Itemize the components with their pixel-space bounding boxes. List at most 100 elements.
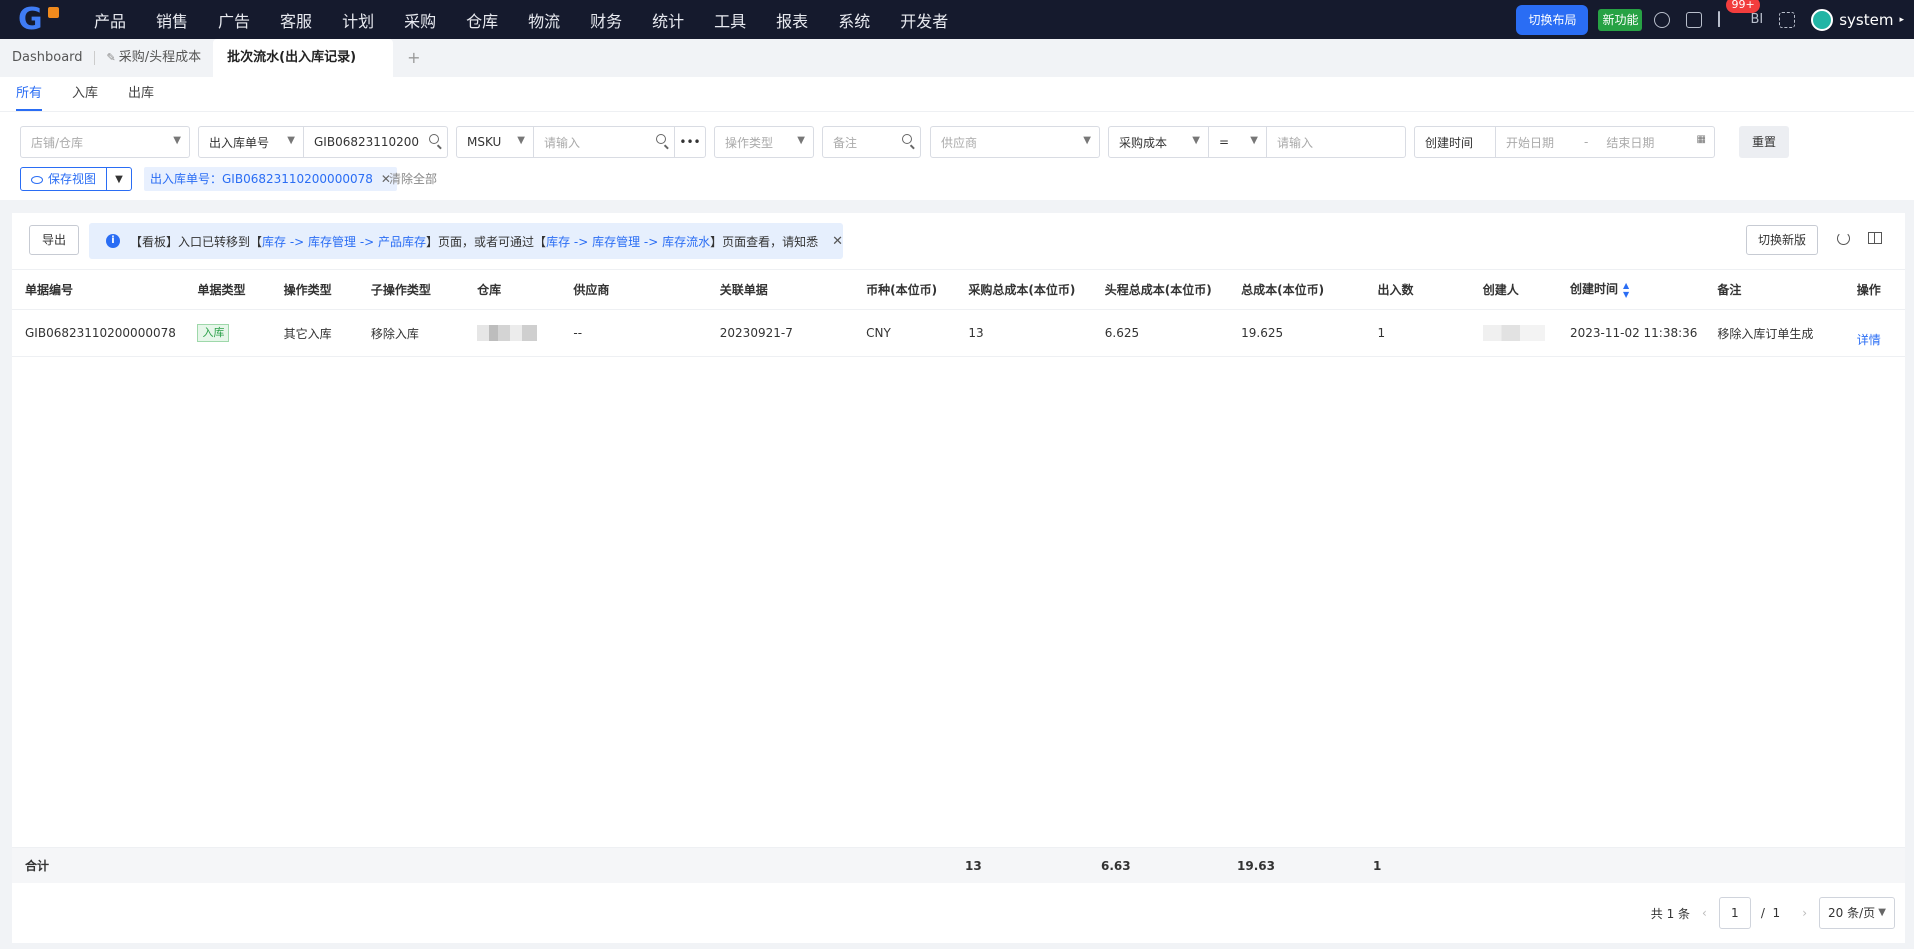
supplier-select[interactable]: 供应商 ▼ (930, 126, 1100, 158)
switch-new-version-button[interactable]: 切换新版 (1746, 225, 1818, 255)
add-tab-button[interactable]: + (393, 39, 434, 77)
doc-no-input[interactable]: GIB06823110200 (303, 126, 448, 158)
col-supplier: 供应商 (560, 269, 707, 310)
shop-warehouse-placeholder: 店铺/仓库 (31, 135, 84, 150)
save-view-button[interactable]: 保存视图 (21, 168, 108, 190)
col-remark: 备注 (1704, 269, 1844, 310)
filter-bar: 店铺/仓库 ▼ 出入库单号 ▼ GIB06823110200 MSKU ▼ 请输入 •… (0, 112, 1914, 200)
chevron-down-icon: ▼ (1083, 135, 1091, 146)
remark-input[interactable]: 备注 (822, 126, 921, 158)
total-count: 共 1 条 (1650, 906, 1691, 921)
subtab-all[interactable]: 所有 (16, 77, 43, 111)
search-icon[interactable] (902, 134, 912, 144)
shop-warehouse-select[interactable]: 店铺/仓库 ▼ (20, 126, 190, 158)
col-action: 操作 (1843, 269, 1905, 310)
menu-item-developer[interactable]: 开发者 (900, 8, 948, 32)
op-type-select[interactable]: 操作类型 ▼ (714, 126, 814, 158)
page-tabs: Dashboard ✎ 采购/头程成本 批次流水(出入库记录) + (0, 39, 1914, 77)
menu-item-ads[interactable]: 广告 (218, 8, 250, 32)
more-options-button[interactable]: ••• (674, 126, 706, 158)
chevron-down-icon: ▼ (1878, 907, 1886, 918)
time-type-select[interactable]: 创建时间 (1414, 126, 1496, 158)
menu-item-purchase[interactable]: 采购 (404, 8, 436, 32)
sort-icon[interactable]: ▲ ▼ (1623, 281, 1629, 299)
summary-first-leg-cost: 6.63 (1101, 859, 1131, 873)
cost-input[interactable]: 请输入 (1266, 126, 1406, 158)
end-date-placeholder: 结束日期 (1606, 135, 1655, 150)
date-separator: - (1584, 135, 1589, 149)
tab-dashboard[interactable]: Dashboard (0, 39, 95, 77)
menu-item-product[interactable]: 产品 (94, 8, 126, 32)
bi-icon[interactable]: BI (1750, 12, 1763, 27)
menu-item-service[interactable]: 客服 (280, 8, 312, 32)
cell-created-at: 2023-11-02 11:38:36 (1556, 309, 1705, 357)
menu-item-sales[interactable]: 销售 (156, 8, 188, 32)
switch-layout-button[interactable]: 切换布局 (1516, 4, 1589, 35)
fullscreen-icon[interactable] (1779, 11, 1796, 28)
user-name[interactable]: system (1839, 11, 1893, 29)
task-check-icon[interactable] (1686, 11, 1703, 28)
refresh-icon[interactable] (1837, 232, 1850, 245)
subtab-outbound[interactable]: 出库 (128, 77, 154, 111)
cell-action: 详情 (1843, 309, 1905, 357)
notice-link-stock-flow[interactable]: 库存 -> 库存管理 -> 库存流水 (546, 233, 710, 250)
search-icon[interactable] (656, 134, 666, 144)
menu-item-plan[interactable]: 计划 (342, 8, 374, 32)
more-icon: ••• (679, 135, 701, 149)
col-doc-no: 单据编号 (12, 269, 185, 310)
subtab-inbound[interactable]: 入库 (72, 77, 98, 111)
msku-select[interactable]: MSKU ▼ (456, 126, 534, 158)
next-page-icon[interactable]: › (1802, 906, 1807, 920)
page-input[interactable]: 1 (1718, 897, 1751, 929)
pin-icon[interactable]: ✎ (107, 51, 116, 64)
reset-button[interactable]: 重置 (1739, 126, 1789, 158)
msku-input[interactable]: 请输入 (533, 126, 675, 158)
prev-page-icon[interactable]: ‹ (1702, 906, 1707, 920)
detail-link[interactable]: 详情 (1857, 331, 1881, 348)
page-slash: / (1760, 906, 1765, 920)
menu-item-system[interactable]: 系统 (838, 8, 870, 32)
new-feature-button[interactable]: 新功能 (1598, 8, 1643, 31)
date-range-picker[interactable]: 开始日期 - 结束日期 ▦ (1495, 126, 1715, 158)
batch-flow-table: 单据编号 单据类型 操作类型 子操作类型 仓库 供应商 关联单据 币种(本位币)… (12, 269, 1905, 357)
cell-first-leg-cost: 6.625 (1091, 309, 1229, 357)
cost-placeholder: 请输入 (1277, 135, 1314, 150)
summary-total-cost: 19.63 (1237, 859, 1275, 873)
doc-no-type-select[interactable]: 出入库单号 ▼ (198, 126, 304, 158)
op-type-placeholder: 操作类型 (725, 135, 774, 150)
menu-item-logistics[interactable]: 物流 (528, 8, 560, 32)
tab-batch-flow[interactable]: 批次流水(出入库记录) (213, 39, 394, 77)
col-first-leg-cost: 头程总成本(本位币) (1091, 269, 1229, 310)
chevron-down-icon[interactable]: ▼ (107, 174, 131, 185)
menu-item-stats[interactable]: 统计 (652, 8, 684, 32)
notice-link-product-stock[interactable]: 库存 -> 库存管理 -> 产品库存 (262, 233, 426, 250)
menu-item-finance[interactable]: 财务 (590, 8, 622, 32)
tab-purchase-cost[interactable]: ✎ 采购/头程成本 (95, 39, 214, 77)
cell-supplier: -- (560, 309, 707, 357)
col-sub-op-type: 子操作类型 (357, 269, 465, 310)
col-creator: 创建人 (1469, 269, 1557, 310)
cell-remark: 移除入库订单生成 (1704, 309, 1844, 357)
summary-qty: 1 (1373, 859, 1382, 873)
search-icon[interactable] (429, 134, 439, 144)
page-size-select[interactable]: 20 条/页 ▼ (1819, 897, 1895, 929)
col-op-type: 操作类型 (270, 269, 358, 310)
clear-all-button[interactable]: 清除全部 (389, 167, 437, 191)
menu-item-warehouse[interactable]: 仓库 (466, 8, 498, 32)
column-settings-icon[interactable] (1868, 232, 1882, 244)
cell-currency: CNY (853, 309, 956, 357)
avatar[interactable] (1811, 8, 1834, 31)
pause-icon[interactable] (1654, 11, 1671, 28)
notification-bell[interactable]: 99+ (1718, 0, 1760, 28)
operator-select[interactable]: = ▼ (1208, 126, 1267, 158)
user-caret-icon[interactable]: ▸ (1899, 15, 1904, 25)
menu-item-reports[interactable]: 报表 (776, 8, 808, 32)
col-created-at[interactable]: 创建时间 ▲ ▼ (1556, 269, 1705, 310)
menu-item-tools[interactable]: 工具 (714, 8, 746, 32)
app-logo[interactable]: G (18, 4, 62, 35)
cost-type-select[interactable]: 采购成本 ▼ (1108, 126, 1209, 158)
export-button[interactable]: 导出 (29, 225, 79, 255)
close-icon[interactable]: ✕ (832, 234, 843, 249)
cell-qty: 1 (1364, 309, 1470, 357)
table-header-row: 单据编号 单据类型 操作类型 子操作类型 仓库 供应商 关联单据 币种(本位币)… (12, 269, 1905, 310)
